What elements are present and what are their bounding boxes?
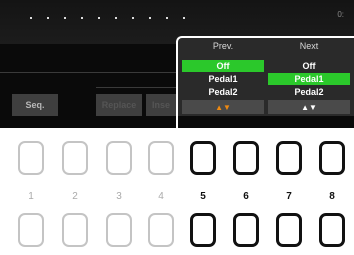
next-up-down-arrows-icon[interactable]: ▲▼	[268, 100, 350, 114]
lower-button-5[interactable]	[190, 213, 216, 247]
seq-button[interactable]: Seq.	[12, 94, 58, 116]
position-dots	[30, 17, 330, 21]
upper-button-7[interactable]	[276, 141, 302, 175]
prev-column-header: Prev.	[212, 41, 234, 51]
upper-button-5[interactable]	[190, 141, 216, 175]
lower-button-7[interactable]	[276, 213, 302, 247]
button-number-6: 6	[243, 191, 249, 202]
upper-button-4[interactable]	[148, 141, 174, 175]
next-option-off[interactable]: Off	[268, 60, 350, 72]
prev-option-pedal2[interactable]: Pedal2	[182, 86, 264, 98]
button-number-4: 4	[158, 191, 164, 202]
lower-button-1[interactable]	[18, 213, 44, 247]
lower-button-4[interactable]	[148, 213, 174, 247]
callout-line	[176, 44, 178, 255]
lower-button-2[interactable]	[62, 213, 88, 247]
button-number-2: 2	[72, 191, 78, 202]
replace-button[interactable]: Replace	[96, 94, 142, 116]
button-number-8: 8	[329, 191, 335, 202]
next-option-pedal1[interactable]: Pedal1	[268, 73, 350, 85]
upper-button-2[interactable]	[62, 141, 88, 175]
lower-button-8[interactable]	[319, 213, 345, 247]
next-column-header: Next	[299, 41, 319, 51]
lower-button-6[interactable]	[233, 213, 259, 247]
prev-option-pedal1[interactable]: Pedal1	[182, 73, 264, 85]
insert-button[interactable]: Inse	[146, 94, 176, 116]
next-option-pedal2[interactable]: Pedal2	[268, 86, 350, 98]
prev-up-down-arrows-icon[interactable]: ▲▼	[182, 100, 264, 114]
button-number-5: 5	[200, 191, 206, 202]
button-number-7: 7	[286, 191, 292, 202]
button-number-3: 3	[116, 191, 122, 202]
pedal-select-panel: Prev. Next Off Pedal1 Pedal2 Off Pedal1 …	[178, 36, 354, 116]
upper-button-6[interactable]	[233, 141, 259, 175]
callout-line	[184, 36, 354, 38]
prev-option-off[interactable]: Off	[182, 60, 264, 72]
upper-button-3[interactable]	[106, 141, 132, 175]
upper-button-1[interactable]	[18, 141, 44, 175]
upper-button-8[interactable]	[319, 141, 345, 175]
corner-readout: 0:	[337, 10, 344, 19]
button-number-1: 1	[28, 191, 34, 202]
lower-button-3[interactable]	[106, 213, 132, 247]
